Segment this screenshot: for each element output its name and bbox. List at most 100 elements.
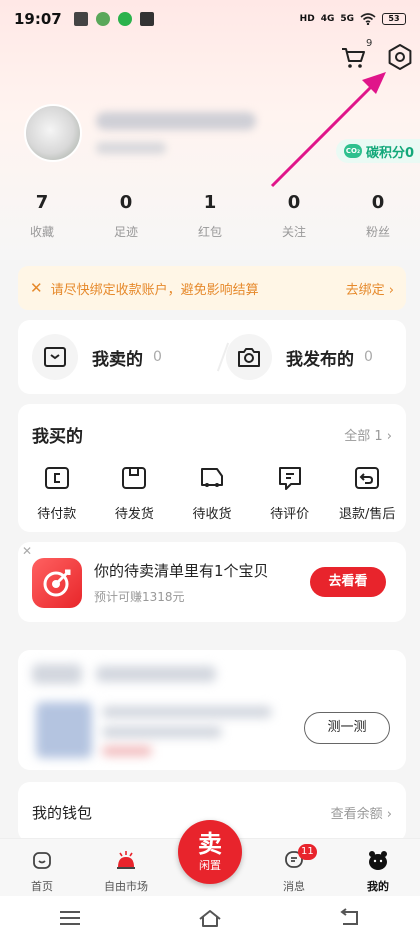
order-to-review[interactable]: 待评价 — [251, 463, 329, 522]
stat-favorites[interactable]: 7 收藏 — [0, 192, 84, 240]
blurred-username — [96, 112, 256, 130]
package-icon — [122, 467, 147, 489]
order-to-ship[interactable]: 待发货 — [96, 463, 174, 522]
order-refund[interactable]: 退款/售后 — [328, 463, 406, 522]
blurred-content-card: 测一测 — [18, 650, 406, 770]
my-published-count: 0 — [364, 349, 373, 365]
stat-label: 关注 — [281, 225, 306, 239]
my-bought-card: 我买的 全部 1 › 待付款 待发货 待收货 待评价 退款/售后 — [18, 404, 406, 532]
stat-label: 收藏 — [29, 225, 54, 239]
banner-close-icon[interactable]: ✕ — [30, 279, 43, 297]
blurred-block — [96, 666, 216, 682]
refund-icon — [355, 467, 380, 489]
target-icon — [43, 569, 71, 597]
go-look-button[interactable]: 去看看 — [310, 567, 386, 597]
stat-value: 7 — [35, 192, 49, 213]
my-sold-label: 我卖的 — [92, 349, 143, 370]
my-sold-count: 0 — [153, 349, 162, 365]
blurred-image — [36, 702, 92, 758]
wallet-card-icon — [44, 467, 69, 489]
stat-value: 0 — [287, 192, 301, 213]
pending-subtitle: 预计可赚1318元 — [94, 590, 185, 604]
view-balance-link[interactable]: 查看余额 › — [331, 803, 392, 822]
system-nav-bar — [0, 896, 420, 940]
stat-red-packets[interactable]: 1 红包 — [168, 192, 252, 240]
target-app-icon — [32, 558, 82, 608]
battery-icon: 53 — [382, 13, 406, 25]
my-published-entry[interactable]: 我发布的 0 — [212, 334, 406, 380]
cart-count: 9 — [366, 38, 373, 49]
home-icon — [33, 852, 51, 869]
tab-free-market[interactable]: 自由市场 — [84, 839, 168, 896]
order-label: 待发货 — [114, 507, 154, 522]
sell-button-small: 闲置 — [199, 859, 221, 872]
co2-icon: CO₂ — [344, 144, 362, 158]
blurred-block — [32, 664, 82, 684]
wifi-icon — [360, 13, 376, 25]
published-icon-bg — [226, 334, 272, 380]
status-time: 19:07 — [14, 10, 62, 28]
bind-account-banner: ✕ 请尽快绑定收款账户，避免影响结算 去绑定 › — [18, 266, 406, 310]
sell-idle-button[interactable]: 卖 闲置 — [178, 820, 242, 884]
stat-fans[interactable]: 0 粉丝 — [336, 192, 420, 240]
blurred-user-info — [96, 142, 166, 154]
order-label: 待收货 — [192, 507, 232, 522]
wallet-title: 我的钱包 — [32, 803, 93, 822]
tab-mine[interactable]: 我的 — [336, 839, 420, 896]
tab-label: 自由市场 — [104, 880, 148, 893]
banner-text: 请尽快绑定收款账户，避免影响结算 — [50, 282, 259, 298]
delivery-truck-icon — [200, 468, 223, 487]
message-badge: 11 — [298, 844, 317, 860]
cart-icon[interactable] — [340, 46, 366, 70]
order-status-row: 待付款 待发货 待收货 待评价 退款/售后 — [18, 463, 406, 522]
app-notification-icon — [95, 12, 110, 26]
sell-button-big: 卖 — [198, 830, 222, 858]
stat-footprints[interactable]: 0 足迹 — [84, 192, 168, 240]
network-4g-label: 4G — [320, 14, 335, 24]
stat-value: 0 — [119, 192, 133, 213]
stat-label: 足迹 — [113, 225, 138, 239]
menu-icon[interactable] — [57, 907, 83, 929]
stat-value: 0 — [371, 192, 385, 213]
my-bought-header: 我买的 全部 1 › — [18, 404, 406, 447]
tab-messages[interactable]: 消息 — [252, 839, 336, 896]
all-orders-link[interactable]: 全部 1 › — [344, 425, 392, 444]
order-to-pay[interactable]: 待付款 — [18, 463, 96, 522]
hd-label: HD — [299, 14, 315, 24]
blurred-block — [102, 726, 222, 738]
notification-icon — [73, 12, 88, 26]
order-label: 待付款 — [37, 507, 77, 522]
network-5g-label: 5G — [340, 14, 354, 24]
status-right: HD 4G 5G 53 — [300, 13, 406, 25]
order-label: 待评价 — [270, 507, 310, 522]
carbon-points-label: 碳积分0 — [366, 145, 415, 161]
tab-home[interactable]: 首页 — [0, 839, 84, 896]
tab-label: 我的 — [367, 880, 389, 893]
pending-title: 你的待卖清单里有1个宝贝 — [94, 562, 269, 580]
pending-close-icon[interactable]: ✕ — [22, 544, 32, 558]
home-nav-icon[interactable] — [197, 907, 223, 929]
sold-box-icon — [44, 347, 66, 367]
bind-account-link[interactable]: 去绑定 › — [346, 279, 394, 298]
blurred-block — [102, 746, 152, 756]
tab-label: 消息 — [283, 880, 305, 893]
camera-icon — [238, 348, 260, 367]
carbon-points-badge[interactable]: CO₂ 碳积分0 — [336, 139, 420, 163]
settings-gear-icon[interactable] — [386, 43, 414, 71]
back-icon[interactable] — [337, 907, 363, 929]
stat-following[interactable]: 0 关注 — [252, 192, 336, 240]
stat-label: 粉丝 — [365, 225, 390, 239]
profile-stats: 7 收藏 0 足迹 1 红包 0 关注 0 粉丝 — [0, 192, 420, 240]
my-bought-title: 我买的 — [32, 427, 83, 447]
my-sold-entry[interactable]: 我卖的 0 — [18, 334, 212, 380]
mail-icon — [139, 12, 154, 26]
comment-icon — [278, 467, 301, 490]
selling-card: 我卖的 0 我发布的 0 — [18, 320, 406, 394]
tab-label: 首页 — [31, 880, 53, 893]
my-published-label: 我发布的 — [286, 349, 354, 370]
order-to-receive[interactable]: 待收货 — [173, 463, 251, 522]
avatar[interactable] — [24, 104, 82, 162]
test-button[interactable]: 测一测 — [304, 712, 390, 744]
market-icon — [117, 851, 135, 869]
order-label: 退款/售后 — [338, 507, 396, 522]
